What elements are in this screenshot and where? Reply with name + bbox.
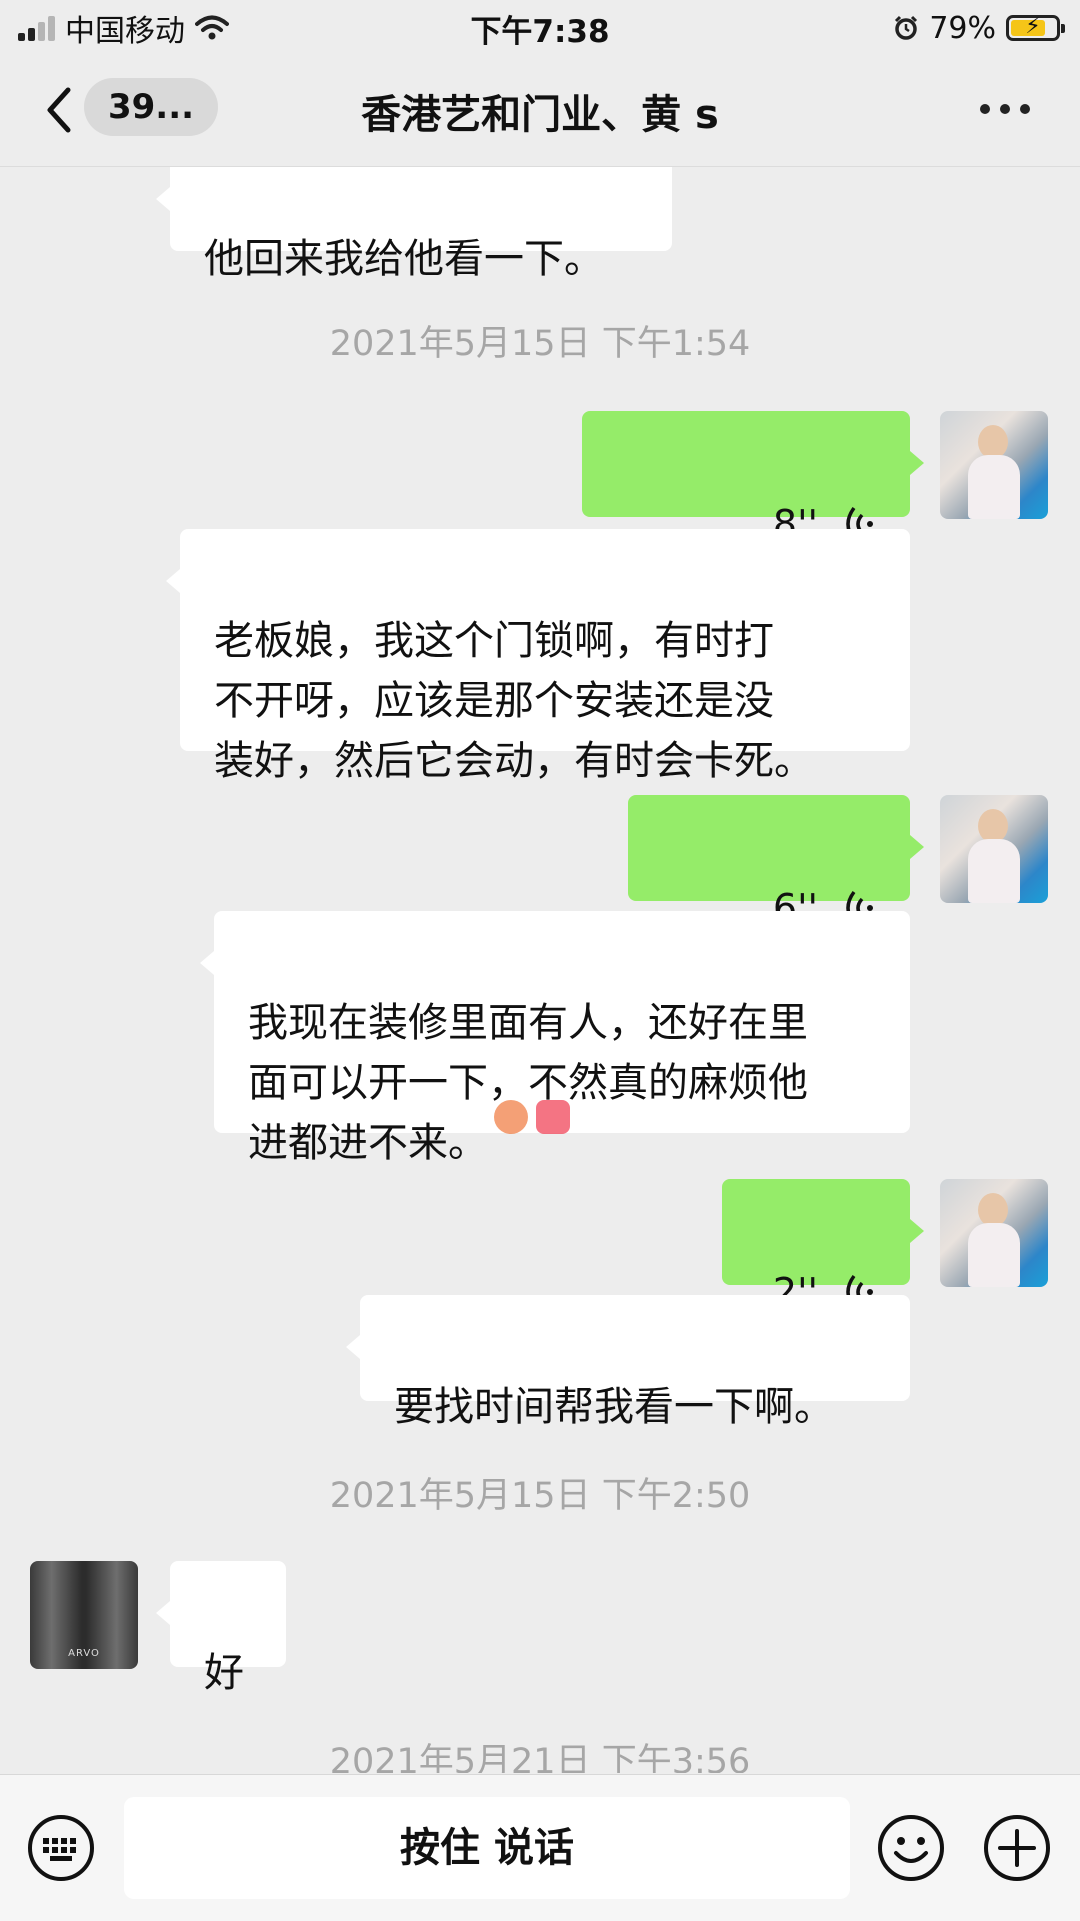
timestamp: 2021年5月21日 下午3:56	[329, 1742, 751, 1773]
message-text: 他回来我给他看一下。	[204, 236, 604, 282]
battery-charging-icon: ⚡	[1006, 14, 1065, 41]
message-text: 好	[204, 1650, 244, 1696]
received-message[interactable]: 他回来我给他看一下。	[156, 167, 672, 282]
chat-title: 香港艺和门业、黄 s	[361, 92, 719, 138]
self-avatar[interactable]	[940, 795, 1048, 903]
emoji-icon[interactable]	[876, 1813, 946, 1883]
hold-to-talk-button[interactable]: 按住 说话	[124, 1797, 850, 1899]
plus-icon[interactable]	[982, 1813, 1052, 1883]
status-right: 79% ⚡	[893, 8, 1065, 48]
watermark-logo-icon	[494, 1100, 528, 1134]
received-message[interactable]: 好	[156, 1561, 286, 1696]
message-text: 我现在装修里面有人，还好在里 面可以开一下，不然真的麻烦他 进都进不来。	[248, 1000, 808, 1166]
sent-voice-message[interactable]: 2''	[722, 1179, 924, 1314]
keyboard-icon[interactable]	[26, 1813, 96, 1883]
back-chevron-icon[interactable]	[38, 82, 78, 138]
message-text: 要找时间帮我看一下啊。	[394, 1384, 834, 1430]
charging-bolt-icon: ⚡	[1025, 14, 1041, 39]
timestamp: 2021年5月15日 下午1:54	[329, 324, 751, 364]
received-message[interactable]: 要找时间帮我看一下啊。	[346, 1295, 910, 1430]
contact-avatar[interactable]: ARVO	[30, 1561, 138, 1669]
chat-header: 39... 香港艺和门业、黄 s	[0, 54, 1080, 167]
received-message[interactable]: 老板娘，我这个门锁啊，有时打 不开呀，应该是那个安装还是没 装好，然后它会动，有…	[166, 529, 910, 784]
input-bar: 按住 说话	[0, 1774, 1080, 1921]
sent-voice-message[interactable]: 8''	[582, 411, 924, 546]
status-bar: 中国移动 下午7:38 79% ⚡	[0, 0, 1080, 54]
watermark-app-icon	[536, 1100, 570, 1134]
unread-count-badge[interactable]: 39...	[84, 78, 218, 136]
battery-percent: 79%	[929, 10, 996, 46]
watermark	[494, 1097, 570, 1137]
more-options-icon[interactable]	[980, 104, 1030, 116]
self-avatar[interactable]	[940, 411, 1048, 519]
timestamp: 2021年5月15日 下午2:50	[329, 1476, 751, 1516]
self-avatar[interactable]	[940, 1179, 1048, 1287]
alarm-icon	[895, 15, 918, 40]
message-text: 老板娘，我这个门锁啊，有时打 不开呀，应该是那个安装还是没 装好，然后它会动，有…	[214, 618, 814, 784]
avatar-logo: ARVO	[68, 1648, 100, 1659]
sent-voice-message[interactable]: 6''	[628, 795, 924, 930]
message-list[interactable]: 他回来我给他看一下。 2021年5月15日 下午1:54 8'' 老板娘，我这个…	[0, 167, 1080, 1773]
